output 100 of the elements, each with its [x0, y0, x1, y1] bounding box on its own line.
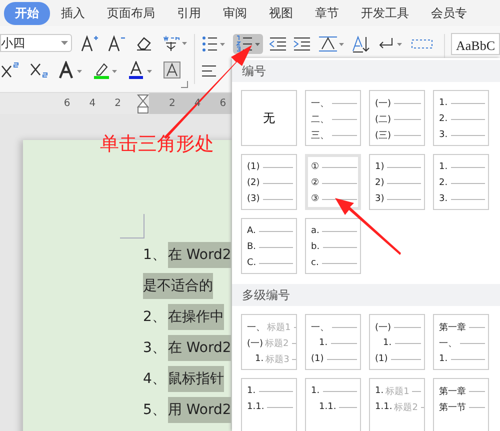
numbering-option[interactable]: (一) (二) (三) [369, 90, 425, 146]
number-label: (一) [375, 98, 392, 110]
number-label: 一、 [311, 98, 329, 110]
numbering-option[interactable]: A. B. C. [241, 218, 297, 274]
ribbon-tab[interactable]: 插入 [50, 2, 96, 24]
number-label: 1.1. [247, 402, 264, 412]
numbering-option[interactable]: (一) 1. (1) [369, 314, 425, 370]
number-label: 2. [439, 178, 448, 188]
number-label: (一) [247, 338, 264, 350]
number-label: 1. [439, 354, 448, 364]
number-label: C. [247, 258, 256, 268]
number-label: 1. [247, 386, 256, 396]
numbering-option[interactable]: 1. 2. 3. [433, 90, 489, 146]
numbering-option[interactable]: 1. 1.1. [305, 378, 361, 431]
ribbon-tab[interactable]: 开发工具 [350, 2, 420, 24]
number-label: 第一节 [439, 402, 466, 414]
number-label: (2) [247, 178, 260, 188]
margin-corner-mark [120, 214, 145, 239]
paragraph-text: 鼠标指针 [168, 366, 224, 392]
paragraph-text: 在 Word2 [168, 242, 232, 268]
number-label: (1) [247, 162, 260, 172]
decrease-indent-icon[interactable] [268, 35, 287, 53]
numbering-option[interactable]: 第一章 第一节 [433, 378, 489, 431]
subscript-icon[interactable] [29, 61, 49, 79]
numbering-option[interactable]: 1. 1.1. [241, 378, 297, 431]
number-label: (3) [247, 194, 260, 204]
number-label: 第一章 [439, 322, 466, 334]
indent-marker-icon[interactable] [137, 94, 149, 114]
text-direction-icon[interactable] [350, 35, 371, 53]
heading-caption: 标题2 [394, 402, 418, 414]
heading-caption: 标题2 [265, 338, 289, 350]
ribbon-tab[interactable]: 视图 [258, 2, 304, 24]
number-label: 3) [375, 194, 384, 204]
list-number: 4、 [143, 370, 167, 388]
number-label: 1.1. [319, 402, 336, 412]
number-label: 3. [439, 130, 448, 140]
caret-icon[interactable] [61, 40, 68, 46]
number-label: 1) [375, 162, 384, 172]
shrink-font-icon[interactable] [108, 34, 126, 52]
bullet-list-icon[interactable] [200, 35, 227, 53]
numbering-option[interactable]: a. b. c. [305, 218, 361, 274]
numbering-option[interactable]: 一、 二、 三、 [305, 90, 361, 146]
number-label: 1. [439, 98, 448, 108]
character-shading-icon[interactable] [163, 61, 181, 79]
text-effect-icon[interactable] [58, 61, 84, 79]
number-label: (1) [375, 354, 388, 364]
numbering-option[interactable]: ① ② ③ [305, 154, 361, 210]
numbering-option[interactable]: 1. 2. 3. [433, 154, 489, 210]
ribbon-tab[interactable]: 引用 [166, 2, 212, 24]
ribbon-tab[interactable]: 页面布局 [96, 2, 166, 24]
number-label: 一、 [247, 322, 265, 334]
superscript-icon[interactable] [0, 61, 20, 79]
number-label: 一、 [311, 322, 329, 334]
ruler-number: 6 [220, 98, 226, 109]
font-color-icon[interactable] [128, 61, 154, 79]
phonetic-guide-icon[interactable] [162, 34, 188, 52]
number-label: (一) [375, 322, 392, 334]
numbering-option[interactable]: 一、 标题1 (一) 标题2 1. 标题3 [241, 314, 297, 370]
dialog-launcher-icon[interactable] [181, 81, 188, 88]
numbering-option[interactable]: (1) (2) (3) [241, 154, 297, 210]
section-header: 多级编号 [232, 284, 500, 306]
number-label: a. [311, 226, 320, 236]
numbering-option[interactable]: 1) 2) 3) [369, 154, 425, 210]
grow-font-icon[interactable] [81, 34, 99, 52]
number-label: b. [311, 242, 320, 252]
ruler-number: 6 [64, 98, 70, 109]
number-label: 1. [311, 386, 320, 396]
number-label: 三、 [311, 130, 329, 142]
number-label: 1. [439, 162, 448, 172]
style-preview[interactable]: AaBbC [451, 33, 500, 55]
paragraph-text: 在操作中 [168, 304, 224, 330]
ribbon-tab[interactable]: 章节 [304, 2, 350, 24]
number-label: ① [311, 162, 320, 172]
number-label: A. [247, 226, 256, 236]
line-spacing-icon[interactable] [316, 35, 345, 53]
increase-indent-icon[interactable] [292, 35, 311, 53]
section-header: 编号 [232, 60, 500, 82]
numbering-option[interactable]: 第一章 一、 1. [433, 314, 489, 370]
numbering-option[interactable]: 无 [241, 90, 297, 146]
numbering-button[interactable] [232, 34, 263, 54]
list-number: 5、 [143, 400, 167, 418]
annotation-text: 单击三角形处 [100, 132, 214, 157]
number-label: 1. [375, 386, 384, 396]
number-label: 1.1. [375, 402, 392, 412]
numbering-option[interactable]: 1. 标题1 1.1. 标题2 [369, 378, 425, 431]
list-number: 2、 [143, 308, 167, 326]
heading-caption: 标题1 [386, 386, 410, 398]
paragraph-text: 是不适合的 [143, 272, 213, 298]
number-label: ③ [311, 194, 320, 204]
number-label: 一、 [439, 338, 457, 350]
number-label: c. [311, 258, 319, 268]
ribbon-tab[interactable]: 审阅 [212, 2, 258, 24]
highlighter-icon[interactable] [93, 61, 119, 79]
ribbon-tab[interactable]: 会员专 [420, 2, 478, 24]
numbering-option[interactable]: 一、 1. (1) [305, 314, 361, 370]
font-size-field[interactable]: 小四 [0, 34, 72, 52]
number-label: 2) [375, 178, 384, 188]
number-label: B. [247, 242, 256, 252]
font-size-value: 小四 [1, 34, 25, 52]
number-label: 2. [439, 114, 448, 124]
